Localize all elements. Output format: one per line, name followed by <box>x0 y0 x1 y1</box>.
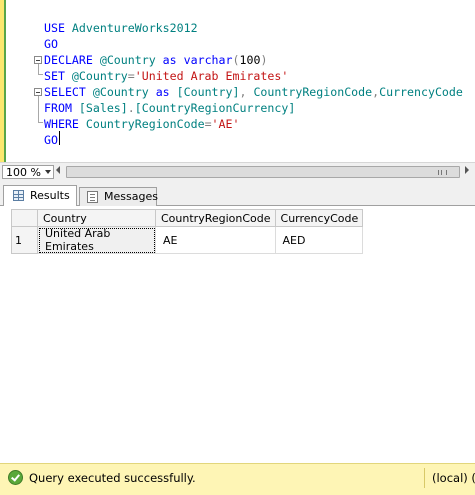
code-line-7: WHERE CountryRegionCode='AE' <box>44 116 239 132</box>
code-token: GO <box>44 37 58 51</box>
status-divider <box>424 468 425 488</box>
code-token: = <box>127 69 135 83</box>
cell-currencycode[interactable]: AED <box>274 226 364 254</box>
collapse-select-icon[interactable] <box>34 88 42 96</box>
horizontal-scrollbar-thumb[interactable] <box>66 166 460 178</box>
fold-end <box>38 122 43 123</box>
code-token: USE <box>44 21 72 35</box>
table-row: 1 United Arab Emirates AE AED <box>11 226 364 254</box>
status-server: (local) (1 <box>432 471 475 485</box>
collapse-declare-icon[interactable] <box>34 56 42 64</box>
query-editor[interactable]: USE AdventureWorks2012 GO DECLARE @Count… <box>0 0 475 162</box>
code-token: . <box>127 101 135 115</box>
code-token: 'United Arab Emirates' <box>134 69 289 83</box>
fold-end <box>38 74 43 75</box>
code-token: [CountryRegionCurrency] <box>134 101 296 115</box>
code-token: AdventureWorks2012 <box>71 21 198 35</box>
tab-messages[interactable]: Messages <box>79 187 158 206</box>
results-grid: Country CountryRegionCode CurrencyCode 1… <box>11 209 364 254</box>
results-tabstrip: Results Messages <box>0 182 475 207</box>
scroll-left-arrow-icon[interactable] <box>56 166 60 174</box>
code-token: as <box>162 53 184 67</box>
change-margin-saved <box>4 0 6 162</box>
code-line-6: FROM [Sales].[CountryRegionCurrency] <box>44 100 295 116</box>
tab-results[interactable]: Results <box>3 185 77 207</box>
code-token: CountryRegionCode <box>253 85 373 99</box>
column-header-country[interactable]: Country <box>37 209 156 227</box>
code-token: [Sales] <box>78 101 128 115</box>
tab-messages-label: Messages <box>104 190 158 203</box>
column-header-countryregioncode[interactable]: CountryRegionCode <box>155 209 276 227</box>
code-token: GO <box>44 133 58 147</box>
code-token: @Country <box>92 85 156 99</box>
corner-header[interactable] <box>11 209 38 227</box>
code-token: DECLARE <box>44 53 100 67</box>
code-token: FROM <box>44 101 79 115</box>
scroll-grip-icon <box>438 170 447 175</box>
code-token: varchar <box>183 53 233 67</box>
chevron-down-icon <box>45 170 51 174</box>
code-token: CountryRegionCode <box>85 117 205 131</box>
code-line-8: GO <box>44 132 58 148</box>
code-token: 'AE' <box>211 117 240 131</box>
code-token: 100 <box>239 53 261 67</box>
fold-line <box>38 64 39 74</box>
row-number[interactable]: 1 <box>11 226 38 254</box>
code-line-2: GO <box>44 36 58 52</box>
zoom-select[interactable]: 100 % <box>2 165 54 179</box>
messages-icon <box>87 191 98 203</box>
code-line-1: USE AdventureWorks2012 <box>44 20 198 36</box>
results-grid-pane: Country CountryRegionCode CurrencyCode 1… <box>0 206 475 463</box>
cell-countryregioncode[interactable]: AE <box>155 226 276 254</box>
editor-bottom-bar: 100 % <box>0 162 475 182</box>
success-check-icon <box>8 470 23 485</box>
code-line-5: SELECT @Country as [Country], CountryReg… <box>44 84 463 100</box>
code-token: as <box>155 85 177 99</box>
column-header-currencycode[interactable]: CurrencyCode <box>274 209 364 227</box>
code-token: @Country <box>71 69 128 83</box>
code-token: SELECT <box>44 85 93 99</box>
status-bar: Query executed successfully. (local) (1 <box>0 463 475 495</box>
scroll-right-arrow-icon[interactable] <box>465 166 469 174</box>
code-token: ) <box>260 53 268 67</box>
code-token: , <box>239 85 254 99</box>
code-token: WHERE <box>44 117 86 131</box>
grid-icon <box>13 190 24 201</box>
code-line-4: SET @Country='United Arab Emirates' <box>44 68 288 84</box>
text-caret <box>59 131 60 145</box>
code-token: = <box>204 117 212 131</box>
tab-results-label: Results <box>30 189 70 202</box>
status-message: Query executed successfully. <box>29 471 196 485</box>
code-token: CurrencyCode <box>379 85 463 99</box>
fold-line <box>38 96 39 122</box>
cell-country[interactable]: United Arab Emirates <box>37 226 156 254</box>
code-token: [Country] <box>176 85 240 99</box>
zoom-value: 100 % <box>6 166 41 179</box>
code-line-3: DECLARE @Country as varchar(100) <box>44 52 267 68</box>
code-token: SET <box>44 69 72 83</box>
code-token: @Country <box>99 53 163 67</box>
